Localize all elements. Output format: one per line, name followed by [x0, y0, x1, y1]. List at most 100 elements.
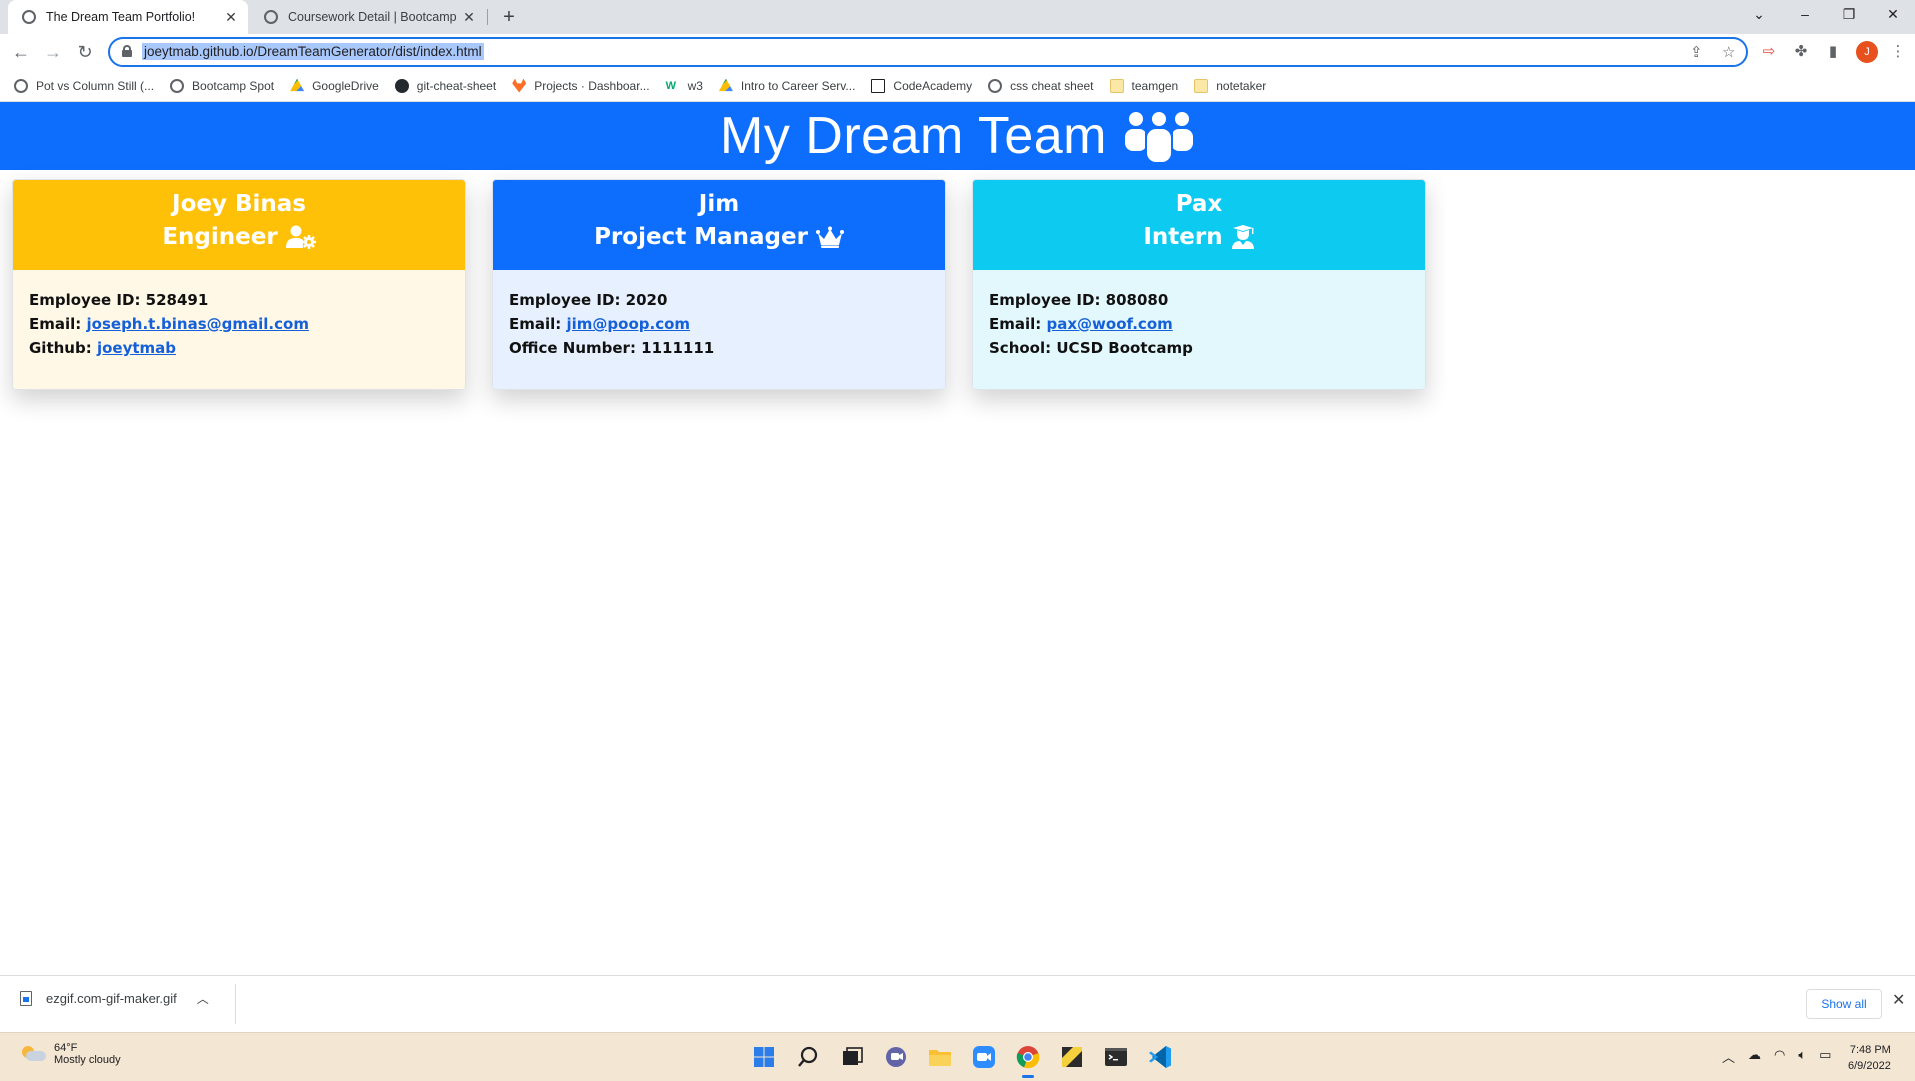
bookmark-label: notetaker [1216, 78, 1267, 93]
profile-avatar[interactable]: J [1856, 41, 1878, 63]
email-label: Email: [989, 315, 1047, 333]
restore-button[interactable]: ❐ [1827, 0, 1871, 30]
engineer-card: Joey Binas Engineer Employee ID: 528491 … [12, 179, 466, 390]
close-window-button[interactable]: ✕ [1871, 0, 1915, 30]
bookmark-item[interactable]: Intro to Career Serv... [718, 78, 856, 93]
globe-icon [264, 10, 278, 24]
share-icon[interactable]: ⇪ [1690, 43, 1703, 61]
taskbar-apps [748, 1041, 1188, 1078]
search-icon[interactable] [792, 1041, 824, 1073]
github-icon [394, 78, 409, 93]
role-label: Intern [1143, 224, 1223, 250]
bookmark-item[interactable]: css cheat sheet [988, 78, 1094, 93]
employee-id-value: 2020 [625, 291, 668, 309]
email-link[interactable]: jim@poop.com [567, 315, 691, 333]
tab-dream-team[interactable]: The Dream Team Portfolio! ✕ [8, 0, 248, 34]
bookmark-label: Bootcamp Spot [192, 78, 275, 93]
chevron-up-icon[interactable]: ︿ [1722, 1047, 1735, 1066]
bookmark-label: CodeAcademy [893, 78, 973, 93]
extensions-puzzle-icon[interactable]: ✤ [1789, 40, 1813, 64]
employee-id-row: Employee ID: 808080 [989, 288, 1409, 312]
folder-icon [1194, 78, 1209, 93]
system-clock[interactable]: 7:48 PM 6/9/2022 [1848, 1042, 1891, 1074]
zoom-icon[interactable] [968, 1041, 1000, 1073]
chevron-up-icon[interactable]: ︿ [197, 990, 209, 1007]
chat-icon[interactable] [880, 1041, 912, 1073]
employee-role: Intern [973, 224, 1425, 250]
bookmark-item[interactable]: Pot vs Column Still (... [14, 78, 154, 93]
back-button[interactable]: ← [8, 39, 34, 65]
side-panel-icon[interactable]: ▮ [1821, 40, 1845, 64]
bookmark-item[interactable]: git-cheat-sheet [394, 78, 496, 93]
email-link[interactable]: pax@woof.com [1047, 315, 1173, 333]
chrome-icon[interactable] [1012, 1041, 1044, 1078]
task-view-icon[interactable] [836, 1041, 868, 1073]
employee-name: Pax [1175, 191, 1223, 217]
weather-condition: Mostly cloudy [54, 1054, 121, 1066]
employee-id-row: Employee ID: 528491 [29, 288, 449, 312]
card-header: Joey Binas Engineer [13, 180, 465, 270]
employee-name: Joey Binas [172, 191, 306, 217]
email-link[interactable]: joseph.t.binas@gmail.com [87, 315, 309, 333]
bookmark-label: Intro to Career Serv... [740, 78, 856, 93]
new-tab-button[interactable]: + [496, 4, 522, 30]
email-label: Email: [29, 315, 87, 333]
bookmark-item[interactable]: Ww3 [666, 79, 703, 93]
close-download-bar-icon[interactable]: ✕ [1892, 990, 1905, 1010]
close-tab-icon[interactable]: ✕ [458, 9, 480, 26]
file-explorer-icon[interactable] [924, 1041, 956, 1073]
bookmark-item[interactable]: GoogleDrive [290, 78, 379, 93]
show-all-button[interactable]: Show all [1806, 989, 1882, 1019]
sticky-notes-icon[interactable] [1056, 1041, 1088, 1073]
team-icon [1124, 112, 1193, 162]
weather-text: 64°F Mostly cloudy [54, 1042, 121, 1066]
battery-icon[interactable]: ▭ [1819, 1047, 1831, 1066]
bookmark-item[interactable]: teamgen [1109, 78, 1178, 93]
tab-title: The Dream Team Portfolio! [46, 10, 196, 24]
download-bar: ezgif.com-gif-maker.gif ︿ Show all ✕ [0, 975, 1915, 1032]
globe-icon [14, 78, 28, 93]
windows-start-icon[interactable] [748, 1041, 780, 1073]
volume-icon[interactable]: 🔈︎ [1798, 1047, 1806, 1066]
temperature: 64°F [54, 1042, 78, 1054]
weather-widget[interactable]: 64°F Mostly cloudy [20, 1042, 121, 1066]
bookmark-item[interactable]: Bootcamp Spot [170, 78, 275, 93]
header-content: My Dream Team [720, 102, 1195, 170]
url-text[interactable]: joeytmab.github.io/DreamTeamGenerator/di… [142, 43, 484, 60]
download-divider [235, 984, 236, 1024]
close-tab-icon[interactable]: ✕ [220, 9, 242, 26]
github-link[interactable]: joeytmab [97, 339, 176, 357]
graduate-icon [1231, 225, 1254, 249]
bookmark-item[interactable]: CodeAcademy [871, 78, 973, 93]
reload-button[interactable]: ↻ [72, 39, 98, 65]
crown-icon [815, 226, 844, 248]
forward-button[interactable]: → [40, 39, 66, 65]
role-label: Project Manager [594, 224, 808, 250]
manager-card: Jim Project Manager Employee ID: 2020 Em… [492, 179, 946, 390]
bookmark-item[interactable]: Projects · Dashboar... [512, 78, 650, 93]
wifi-icon[interactable]: ◠ [1774, 1047, 1785, 1066]
taskbar: 64°F Mostly cloudy ︿ ☁ ◠ 🔈︎ ▭ 7:48 PM 6/… [0, 1032, 1915, 1081]
gitlab-icon [512, 78, 527, 93]
clock-date: 6/9/2022 [1848, 1060, 1891, 1072]
onedrive-icon[interactable]: ☁ [1748, 1047, 1761, 1066]
drive-icon [718, 78, 733, 92]
drive-icon [290, 78, 305, 92]
bookmark-item[interactable]: notetaker [1194, 78, 1267, 93]
menu-icon[interactable]: ⋮ [1886, 40, 1910, 64]
terminal-icon[interactable] [1100, 1041, 1132, 1073]
extension-icon[interactable]: ⇨ [1757, 40, 1781, 64]
tab-search-icon[interactable]: ⌄ [1737, 0, 1781, 30]
bookmark-star-icon[interactable]: ☆ [1722, 43, 1735, 61]
codecademy-icon [871, 78, 886, 93]
tab-coursework[interactable]: Coursework Detail | Bootcamp Sp ✕ [250, 0, 486, 34]
vscode-icon[interactable] [1144, 1041, 1176, 1073]
minimize-button[interactable]: – [1783, 0, 1827, 30]
folder-icon [1109, 78, 1124, 93]
lock-icon[interactable] [122, 45, 132, 57]
employee-id-label: Employee ID: [989, 291, 1106, 309]
tab-divider [487, 9, 488, 25]
address-bar[interactable]: joeytmab.github.io/DreamTeamGenerator/di… [108, 37, 1748, 67]
bookmark-label: css cheat sheet [1010, 78, 1094, 93]
download-item[interactable]: ezgif.com-gif-maker.gif ︿ [20, 990, 209, 1007]
